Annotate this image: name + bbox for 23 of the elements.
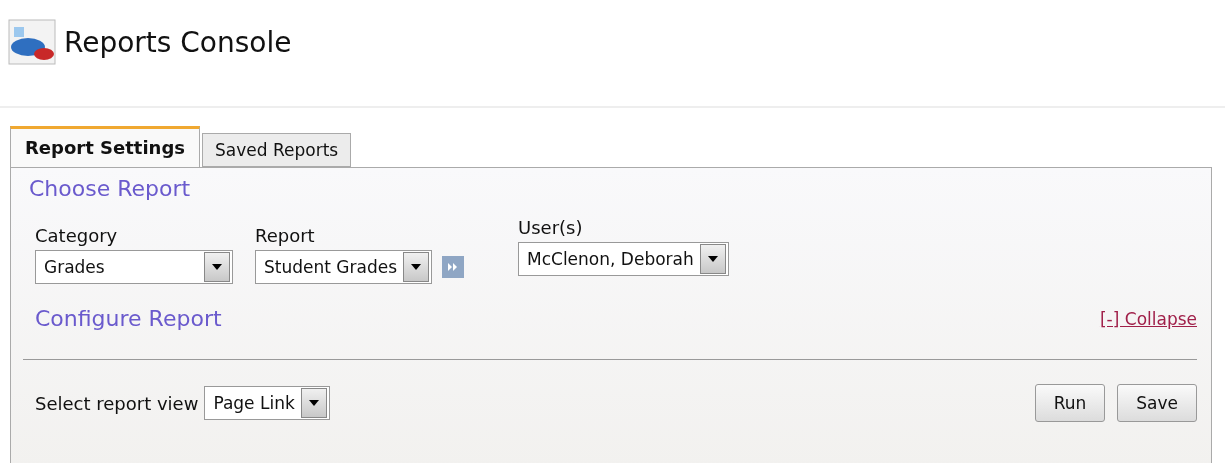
dropdown[interactable]: McClenon, Deborah xyxy=(518,242,729,276)
dropdown[interactable]: Student Grades xyxy=(255,250,432,284)
section-heading: Choose Report xyxy=(29,176,192,201)
field-label: User(s) xyxy=(518,217,584,238)
caret-icon xyxy=(212,264,222,270)
caret-icon xyxy=(411,264,421,270)
section-heading: Configure Report xyxy=(35,306,222,331)
dropdown[interactable]: Grades xyxy=(35,250,233,284)
collapse-link[interactable]: [-] Collapse xyxy=(1099,308,1197,329)
action-button[interactable]: Save xyxy=(1117,384,1197,422)
go-button[interactable] xyxy=(442,256,464,278)
dropdown[interactable]: Page Link xyxy=(204,386,330,420)
page-title: Reports Console xyxy=(64,25,292,59)
caret-icon xyxy=(308,400,319,406)
field-label: Report xyxy=(255,225,316,246)
tab[interactable]: Saved Reports xyxy=(202,133,352,167)
fast-forward-icon xyxy=(448,263,458,271)
tab[interactable]: Report Settings xyxy=(10,126,201,167)
field-label: Category xyxy=(35,225,119,246)
action-button[interactable]: Run xyxy=(1034,384,1106,422)
caret-icon xyxy=(707,256,718,262)
field-label: Select report view xyxy=(35,392,199,414)
pie-chart-icon xyxy=(8,19,56,65)
